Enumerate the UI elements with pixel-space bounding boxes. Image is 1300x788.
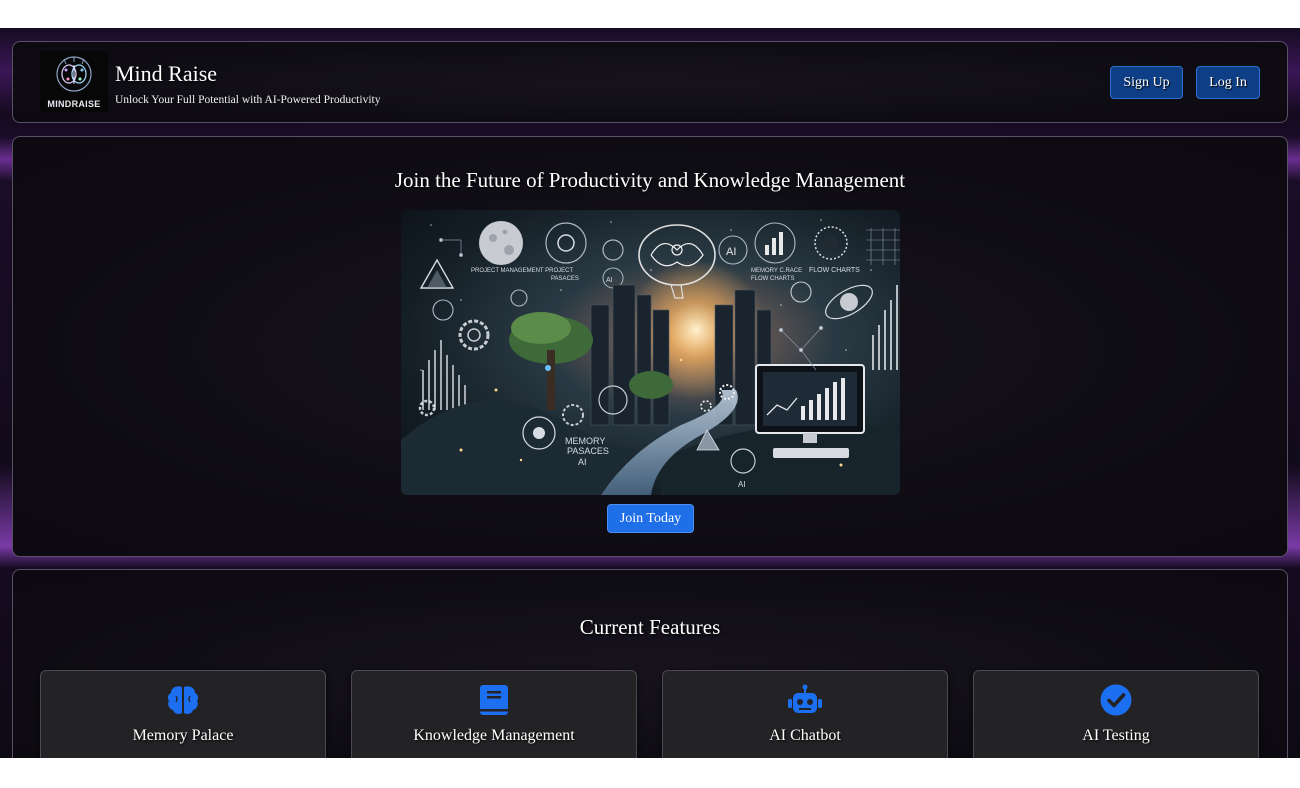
feature-title: AI Testing [1082, 727, 1150, 744]
flow-charts-label: FLOW CHARTS [809, 267, 860, 274]
flow-charts-label-small: FLOW CHARTS [751, 276, 795, 282]
join-today-button[interactable]: Join Today [607, 504, 694, 533]
ai-label-top: AI [726, 246, 736, 258]
features-section: Current Features Memory Palace Knowledge… [12, 569, 1288, 758]
feature-title: Knowledge Management [413, 727, 575, 744]
logo-wordmark: MINDRAISE [47, 99, 101, 109]
brand-logo[interactable]: MINDRAISE [40, 51, 108, 112]
memory-race-label: MEMORY C.RACE [751, 268, 802, 274]
feature-card-memory-palace[interactable]: Memory Palace [40, 670, 326, 758]
feature-card-ai-testing[interactable]: AI Testing [973, 670, 1259, 758]
check-circle-icon [1100, 684, 1132, 716]
hero-illustration: AI PROJECT MANAGEMENT PROJECT PASACES AI… [401, 210, 900, 495]
feature-title: AI Chatbot [769, 727, 841, 744]
feature-card-ai-chatbot[interactable]: AI Chatbot [662, 670, 948, 758]
book-icon [480, 685, 508, 715]
brand-name: Mind Raise [115, 61, 218, 86]
pasaces-label-large: PASACES [567, 446, 609, 456]
features-title: Current Features [579, 615, 721, 639]
productivity-illustration: AI PROJECT MANAGEMENT PROJECT PASACES AI… [401, 219, 900, 495]
feature-card-knowledge-management[interactable]: Knowledge Management [351, 670, 637, 758]
brain-icon [167, 686, 199, 714]
ai-label-bottom: AI [738, 480, 746, 489]
page-viewport: MINDRAISE Mind Raise Unlock Your Full Po… [0, 28, 1300, 758]
site-header: MINDRAISE Mind Raise Unlock Your Full Po… [12, 41, 1288, 123]
sign-up-button[interactable]: Sign Up [1110, 66, 1183, 99]
robot-icon [788, 684, 822, 713]
brain-circuit-icon [56, 56, 92, 92]
brand-tagline: Unlock Your Full Potential with AI-Power… [115, 94, 381, 106]
ai-label-small: AI [606, 277, 613, 284]
hero-title: Join the Future of Productivity and Know… [394, 168, 906, 192]
pasaces-label: PASACES [551, 276, 579, 282]
feature-title: Memory Palace [132, 727, 234, 744]
project-management-label: PROJECT MANAGEMENT PROJECT [471, 268, 573, 274]
memory-label: MEMORY [565, 436, 605, 446]
log-in-button[interactable]: Log In [1196, 66, 1260, 99]
hero-section: Join the Future of Productivity and Know… [12, 136, 1288, 557]
ai-label-memory: AI [578, 457, 587, 467]
